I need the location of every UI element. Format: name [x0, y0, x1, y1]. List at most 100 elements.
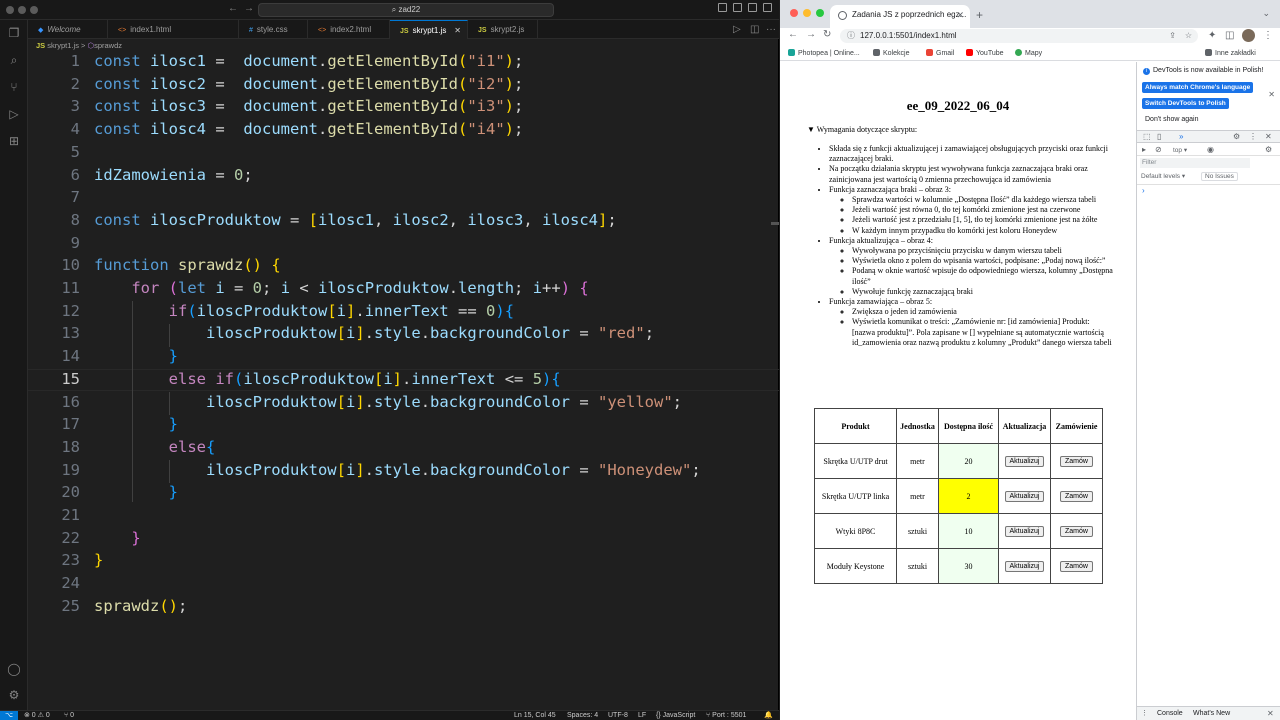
- console-prompt[interactable]: ›: [1142, 186, 1145, 195]
- breadcrumb-file[interactable]: skrypt1.js: [47, 41, 79, 50]
- bookmark-youtube[interactable]: YouTube: [966, 46, 1004, 61]
- live-server-port[interactable]: ⑂ Port : 5501: [706, 711, 746, 720]
- bookmark-kolekcje[interactable]: Kolekcje: [873, 46, 909, 61]
- indentation-status[interactable]: Spaces: 4: [567, 711, 598, 720]
- requirements-summary[interactable]: ▼ Wymagania dotyczące skryptu:: [807, 125, 917, 134]
- ports-status[interactable]: ⑂ 0: [64, 711, 74, 720]
- run-debug-icon[interactable]: ▷: [7, 107, 21, 121]
- toggle-primary-sidebar-icon[interactable]: [718, 3, 727, 12]
- always-match-language-button[interactable]: Always match Chrome's language: [1142, 82, 1254, 93]
- problems-status[interactable]: ⊗ 0 ⚠ 0: [24, 711, 50, 720]
- forward-arrow-icon[interactable]: →: [806, 29, 816, 40]
- explorer-icon[interactable]: ❐: [7, 26, 21, 40]
- cursor-position[interactable]: Ln 15, Col 45: [514, 711, 556, 720]
- remote-indicator-icon[interactable]: ⌥: [0, 711, 18, 720]
- tab-index2-html[interactable]: <> index2.html: [308, 20, 390, 39]
- settings-gear-icon[interactable]: ⚙: [7, 688, 21, 702]
- other-bookmarks[interactable]: Inne zakładki: [1205, 46, 1256, 61]
- more-actions-icon[interactable]: ···: [766, 24, 776, 35]
- window-minimize-button[interactable]: [803, 9, 811, 17]
- device-toolbar-icon[interactable]: ▯: [1157, 132, 1161, 141]
- log-levels-dropdown[interactable]: Default levels ▾: [1141, 172, 1185, 180]
- console-filter-input[interactable]: Filter: [1140, 158, 1250, 168]
- encoding-status[interactable]: UTF-8: [608, 711, 628, 720]
- clear-console-icon[interactable]: ⊘: [1155, 145, 1162, 154]
- back-arrow-icon[interactable]: ←: [788, 29, 798, 40]
- split-editor-icon[interactable]: ◫: [750, 24, 759, 35]
- tab-skrypt1-js[interactable]: JS skrypt1.js ✕: [390, 20, 468, 39]
- window-zoom-button[interactable]: [30, 6, 38, 14]
- aktualizuj-button[interactable]: Aktualizuj: [1004, 490, 1045, 502]
- dont-show-again-link[interactable]: Don't show again: [1145, 116, 1198, 123]
- issues-button[interactable]: No Issues: [1201, 172, 1238, 181]
- close-tab-icon[interactable]: ✕: [956, 5, 964, 25]
- inspect-element-icon[interactable]: ⬚: [1143, 132, 1151, 141]
- command-center-search[interactable]: ⌕ zad22: [258, 3, 554, 17]
- close-devtools-icon[interactable]: ✕: [1265, 132, 1272, 141]
- reload-icon[interactable]: ↻: [823, 29, 831, 40]
- window-minimize-button[interactable]: [18, 6, 26, 14]
- forward-arrow-icon[interactable]: →: [244, 3, 254, 14]
- language-mode[interactable]: {} JavaScript: [656, 711, 695, 720]
- customize-layout-icon[interactable]: [763, 3, 772, 12]
- scrollbar-marker[interactable]: [771, 222, 779, 225]
- eol-status[interactable]: LF: [638, 711, 646, 720]
- window-zoom-button[interactable]: [816, 9, 824, 17]
- window-close-button[interactable]: [6, 6, 14, 14]
- tab-style-css[interactable]: # style.css: [239, 20, 308, 39]
- switch-to-polish-button[interactable]: Switch DevTools to Polish: [1142, 98, 1229, 109]
- close-drawer-icon[interactable]: ✕: [1267, 707, 1274, 720]
- tab-welcome[interactable]: ◆ Welcome: [28, 20, 108, 39]
- drawer-tab-console[interactable]: Console: [1157, 707, 1183, 720]
- install-icon[interactable]: ⇪: [1169, 29, 1176, 43]
- drawer-menu-icon[interactable]: ⋮: [1141, 707, 1148, 720]
- profile-avatar[interactable]: [1242, 29, 1255, 42]
- tab-skrypt2-js[interactable]: JS skrypt2.js: [468, 20, 538, 39]
- aktualizuj-button[interactable]: Aktualizuj: [1004, 525, 1045, 537]
- code-editor[interactable]: 1 2 3 4 5 6 7 8 9 10 11 12 13 14 15 16 17 18 19 20 21 22 23 24 2…: [28, 52, 779, 710]
- toggle-secondary-sidebar-icon[interactable]: [748, 3, 757, 12]
- bookmark-photopea[interactable]: Photopea | Online...: [788, 46, 860, 61]
- close-tab-icon[interactable]: ✕: [454, 21, 461, 40]
- zamow-button[interactable]: Zamów: [1060, 455, 1093, 467]
- toggle-panel-icon[interactable]: [733, 3, 742, 12]
- chrome-menu-icon[interactable]: ⋮: [1263, 30, 1273, 41]
- live-expression-eye-icon[interactable]: ◉: [1207, 145, 1214, 154]
- aktualizuj-button[interactable]: Aktualizuj: [1004, 560, 1045, 572]
- account-icon[interactable]: ◯: [7, 662, 21, 676]
- drawer-tab-whats-new[interactable]: What's New: [1193, 707, 1230, 720]
- extensions-icon[interactable]: ⊞: [7, 134, 21, 148]
- bookmark-mapy[interactable]: Mapy: [1015, 46, 1042, 61]
- run-icon[interactable]: ▷: [733, 24, 741, 35]
- bookmark-star-icon[interactable]: ☆: [1185, 29, 1192, 43]
- zamow-button[interactable]: Zamów: [1060, 525, 1093, 537]
- requirement-item: Funkcja zamawiająca – obraz 5:Zwiększa o…: [829, 297, 1114, 348]
- zamow-button[interactable]: Zamów: [1060, 560, 1093, 572]
- line-number: 2: [70, 74, 80, 93]
- browser-tab[interactable]: Zadania JS z poprzednich egz... ✕: [830, 5, 970, 28]
- site-info-icon[interactable]: ⓘ: [847, 29, 855, 43]
- back-arrow-icon[interactable]: ←: [228, 3, 238, 14]
- context-selector[interactable]: top ▾: [1173, 146, 1187, 154]
- aktualizuj-button[interactable]: Aktualizuj: [1004, 455, 1045, 467]
- breadcrumb-symbol[interactable]: sprawdz: [94, 41, 122, 50]
- extensions-puzzle-icon[interactable]: ✦: [1208, 30, 1216, 41]
- devtools-menu-icon[interactable]: ⋮: [1249, 132, 1257, 141]
- code-line: const ilosc3 = document.getElementById("…: [94, 97, 524, 116]
- source-control-icon[interactable]: ⑂: [7, 80, 21, 94]
- address-bar[interactable]: ⓘ 127.0.0.1:5501/index1.html ⇪ ☆: [840, 29, 1198, 43]
- devtools-settings-icon[interactable]: ⚙: [1233, 132, 1240, 141]
- more-tabs-icon[interactable]: »: [1179, 132, 1183, 141]
- side-panel-icon[interactable]: ◫: [1225, 30, 1234, 41]
- notifications-bell-icon[interactable]: 🔔: [764, 711, 773, 720]
- console-settings-icon[interactable]: ⚙: [1265, 145, 1272, 154]
- search-icon[interactable]: ⌕: [7, 53, 21, 67]
- close-notice-icon[interactable]: ✕: [1268, 90, 1275, 99]
- sidebar-toggle-icon[interactable]: ▸: [1142, 145, 1146, 154]
- bookmark-gmail[interactable]: Gmail: [926, 46, 954, 61]
- tab-search-chevron-icon[interactable]: ⌄: [1262, 8, 1270, 19]
- window-close-button[interactable]: [790, 9, 798, 17]
- zamow-button[interactable]: Zamów: [1060, 490, 1093, 502]
- new-tab-button[interactable]: +: [976, 8, 983, 22]
- tab-index1-html[interactable]: <> index1.html: [108, 20, 239, 39]
